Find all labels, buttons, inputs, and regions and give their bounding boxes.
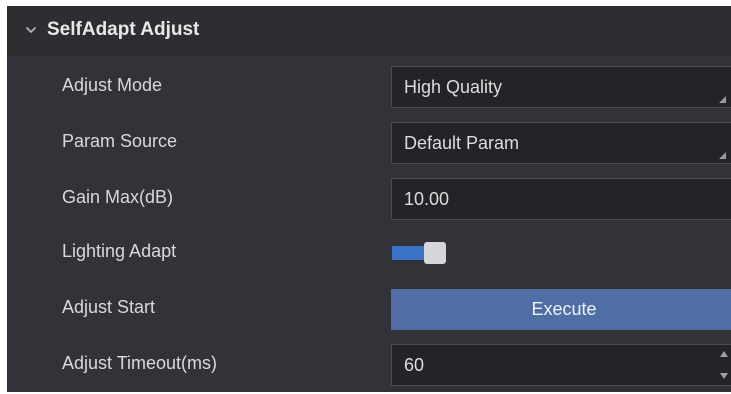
row-gain-max: Gain Max(dB) 10.00	[7, 174, 731, 224]
row-param-source: Param Source Default Param	[7, 118, 731, 168]
dropdown-corner-icon	[719, 152, 726, 159]
row-adjust-start: Adjust Start Execute	[7, 284, 731, 334]
chevron-down-icon[interactable]	[25, 24, 37, 36]
adjust-mode-select[interactable]: High Quality	[391, 66, 731, 108]
dropdown-corner-icon	[719, 96, 726, 103]
param-source-value: Default Param	[404, 133, 520, 153]
execute-button[interactable]: Execute	[391, 289, 731, 330]
lighting-adapt-toggle[interactable]	[392, 240, 448, 266]
row-lighting-adapt: Lighting Adapt	[7, 228, 731, 278]
row-adjust-timeout: Adjust Timeout(ms) 60	[7, 340, 731, 390]
adjust-start-label: Adjust Start	[62, 297, 156, 317]
selfadapt-adjust-group: SelfAdapt Adjust Adjust Mode High Qualit…	[7, 6, 731, 392]
property-panel: SelfAdapt Adjust Adjust Mode High Qualit…	[0, 0, 731, 394]
adjust-timeout-label: Adjust Timeout(ms)	[62, 353, 218, 373]
adjust-mode-value: High Quality	[404, 77, 503, 97]
group-header[interactable]: SelfAdapt Adjust	[7, 6, 731, 56]
gain-max-input[interactable]: 10.00	[391, 178, 731, 220]
adjust-timeout-spinbox[interactable]: 60	[391, 344, 731, 386]
spin-up-icon[interactable]	[720, 351, 728, 357]
row-adjust-mode: Adjust Mode High Quality	[7, 62, 731, 112]
param-source-label: Param Source	[62, 131, 178, 151]
toggle-knob[interactable]	[424, 242, 446, 264]
gain-max-label: Gain Max(dB)	[62, 187, 174, 207]
spin-down-icon[interactable]	[720, 373, 728, 379]
lighting-adapt-label: Lighting Adapt	[62, 241, 177, 261]
param-source-select[interactable]: Default Param	[391, 122, 731, 164]
toggle-track	[392, 246, 426, 260]
gain-max-value: 10.00	[404, 189, 450, 209]
group-title: SelfAdapt Adjust	[47, 19, 200, 40]
adjust-mode-label: Adjust Mode	[62, 75, 163, 95]
adjust-timeout-value: 60	[404, 355, 425, 375]
